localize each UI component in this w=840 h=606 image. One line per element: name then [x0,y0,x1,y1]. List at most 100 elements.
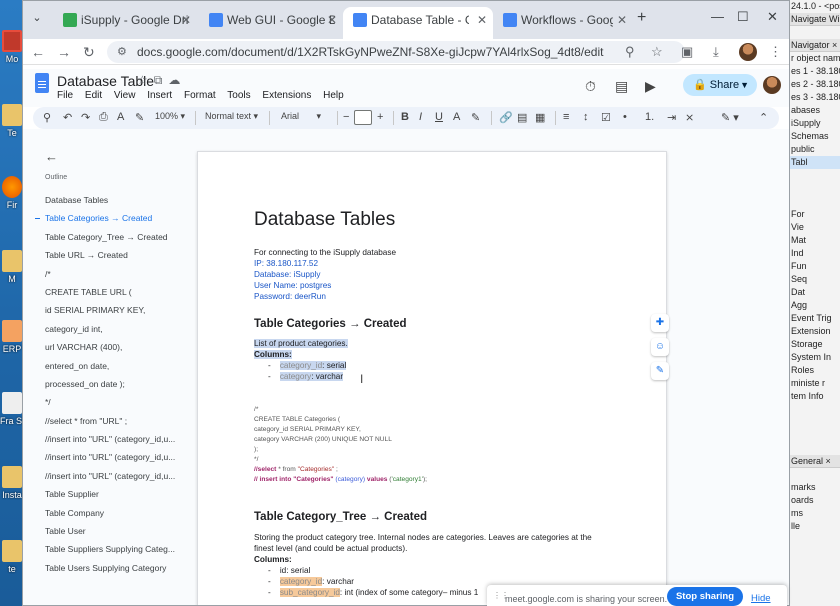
outline-item[interactable]: processed_on date ); [23,375,193,393]
bulleted-list-icon[interactable]: • [623,111,627,123]
outline-item[interactable]: Database Tables [23,191,193,209]
menu-format[interactable]: Format [184,90,216,101]
menu-file[interactable]: File [57,90,73,101]
menu-view[interactable]: View [114,90,136,101]
suggest-edits-icon[interactable]: ✎ [651,362,669,380]
bg-row[interactable]: r object nam [787,52,840,65]
bg-row[interactable]: oards [787,494,840,507]
checklist-icon[interactable]: ☑ [601,111,611,124]
bg-row[interactable]: Ind [787,247,840,260]
desktop-icon[interactable]: Insta [0,466,24,500]
menu-edit[interactable]: Edit [85,90,102,101]
redo-icon[interactable]: ↷ [81,111,90,124]
clear-format-icon[interactable]: ⨯ [685,111,694,124]
site-info-icon[interactable]: ⚙ [117,45,127,58]
outline-item-active[interactable]: Table Categories → Created [23,209,193,227]
bg-row[interactable] [787,169,840,182]
line-spacing-icon[interactable]: ↕ [583,111,589,123]
docs-logo-icon[interactable] [35,73,49,93]
move-folder-icon[interactable]: ⧉ [154,73,169,87]
bg-row[interactable]: Navigator × [787,39,840,52]
bg-row[interactable]: Navigate Wi [787,13,840,26]
close-window-icon[interactable]: ✕ [767,9,778,25]
text-color-icon[interactable]: A [453,111,460,123]
outline-item[interactable]: url VARCHAR (400), [23,338,193,356]
collapse-menus-icon[interactable]: ⌃ [759,111,768,124]
outline-item[interactable]: */ [23,393,193,411]
bg-row[interactable]: System In [787,351,840,364]
bg-row[interactable]: ministe r [787,377,840,390]
desktop-icon[interactable]: Fra Schd [0,392,24,426]
browser-menu-icon[interactable]: ⋮ [769,44,782,60]
tab-isupply-drive[interactable]: iSupply - Google Drive ✕ [53,7,197,39]
bg-row[interactable]: abases [787,104,840,117]
search-menus-icon[interactable]: ⚲ [43,111,51,124]
tab-workflows-docs[interactable]: Workflows - Google Doc ✕ [493,7,633,39]
editing-mode-icon[interactable]: ✎ ▾ [721,111,739,124]
bg-row[interactable]: es 2 - 38.180. [787,78,840,91]
bg-row[interactable]: Tabl [787,156,840,169]
bg-row[interactable]: Seq [787,273,840,286]
outline-item[interactable]: //insert into "URL" (category_id,u... [23,430,193,448]
share-button[interactable]: 🔒 Share ▼ [683,74,757,96]
bg-row[interactable]: Agg [787,299,840,312]
chevron-down-icon[interactable]: ▼ [740,74,749,96]
star-icon[interactable]: ☆ [137,73,154,87]
meet-icon[interactable]: ▶ [645,78,656,95]
menu-extensions[interactable]: Extensions [262,90,311,101]
bg-row[interactable]: Mat [787,234,840,247]
spellcheck-icon[interactable]: A [117,111,124,123]
stop-sharing-button[interactable]: Stop sharing [667,587,743,606]
desktop-icon[interactable]: ERP [0,320,24,354]
outline-item[interactable]: entered_on date, [23,357,193,375]
print-icon[interactable]: ⎙ [99,111,108,124]
extensions-icon[interactable]: ▣ [681,44,693,60]
undo-icon[interactable]: ↶ [63,111,72,124]
outline-item[interactable]: //select * from "URL" ; [23,412,193,430]
italic-icon[interactable]: I [419,111,422,123]
outline-item[interactable]: Table Suppliers Supplying Categ... [23,540,193,558]
document-page[interactable]: Database Tables For connecting to the iS… [197,151,667,605]
back-arrow-icon[interactable]: ← [45,149,58,164]
bg-row[interactable]: General × [787,455,840,468]
bg-row[interactable]: tem Info [787,390,840,403]
add-comment-icon[interactable]: ✚ [651,314,669,332]
close-icon[interactable]: ✕ [477,7,487,33]
close-icon[interactable]: ✕ [327,7,337,33]
bg-row[interactable]: ms [787,507,840,520]
outline-item[interactable]: Table User [23,522,193,540]
menu-insert[interactable]: Insert [147,90,172,101]
increase-font-size-icon[interactable]: + [377,111,383,123]
account-avatar[interactable] [763,76,781,94]
indent-icon[interactable]: ⇥ [667,111,676,124]
close-icon[interactable]: ✕ [181,7,191,33]
bg-row[interactable]: lle [787,520,840,533]
profile-avatar[interactable] [739,43,757,61]
font-select[interactable]: Arial ▾ [281,111,321,122]
insert-image-icon[interactable]: ▦ [535,111,545,124]
bg-row[interactable]: For [787,208,840,221]
bg-row[interactable]: Storage [787,338,840,351]
outline-item[interactable]: //insert into "URL" (category_id,u... [23,467,193,485]
bg-row[interactable]: es 3 - 38.180. [787,91,840,104]
menu-help[interactable]: Help [323,90,344,101]
desktop-icon[interactable]: Te [0,104,24,138]
menu-tools[interactable]: Tools [227,90,250,101]
outline-item[interactable]: Table URL → Created [23,246,193,264]
bg-row[interactable]: public [787,143,840,156]
url-omnibox[interactable]: ⚙ docs.google.com/document/d/1X2RTskGyNP… [107,41,685,63]
forward-icon[interactable]: → [57,44,71,60]
desktop-icon[interactable]: te [0,540,24,574]
paint-format-icon[interactable]: ✎ [135,111,144,124]
tab-database-table[interactable]: Database Table - Google ✕ [343,7,493,39]
bg-row[interactable]: iSupply [787,117,840,130]
add-comment-icon[interactable]: ▤ [517,111,527,124]
bold-icon[interactable]: B [401,111,409,123]
bg-row[interactable] [787,182,840,195]
outline-item[interactable]: id SERIAL PRIMARY KEY, [23,301,193,319]
bg-row[interactable]: Fun [787,260,840,273]
highlight-icon[interactable]: ✎ [471,111,480,124]
outline-item[interactable]: Table Users Supplying Category [23,559,193,577]
insert-link-icon[interactable]: 🔗 [499,111,513,124]
desktop-icon[interactable]: Fir [0,176,24,210]
